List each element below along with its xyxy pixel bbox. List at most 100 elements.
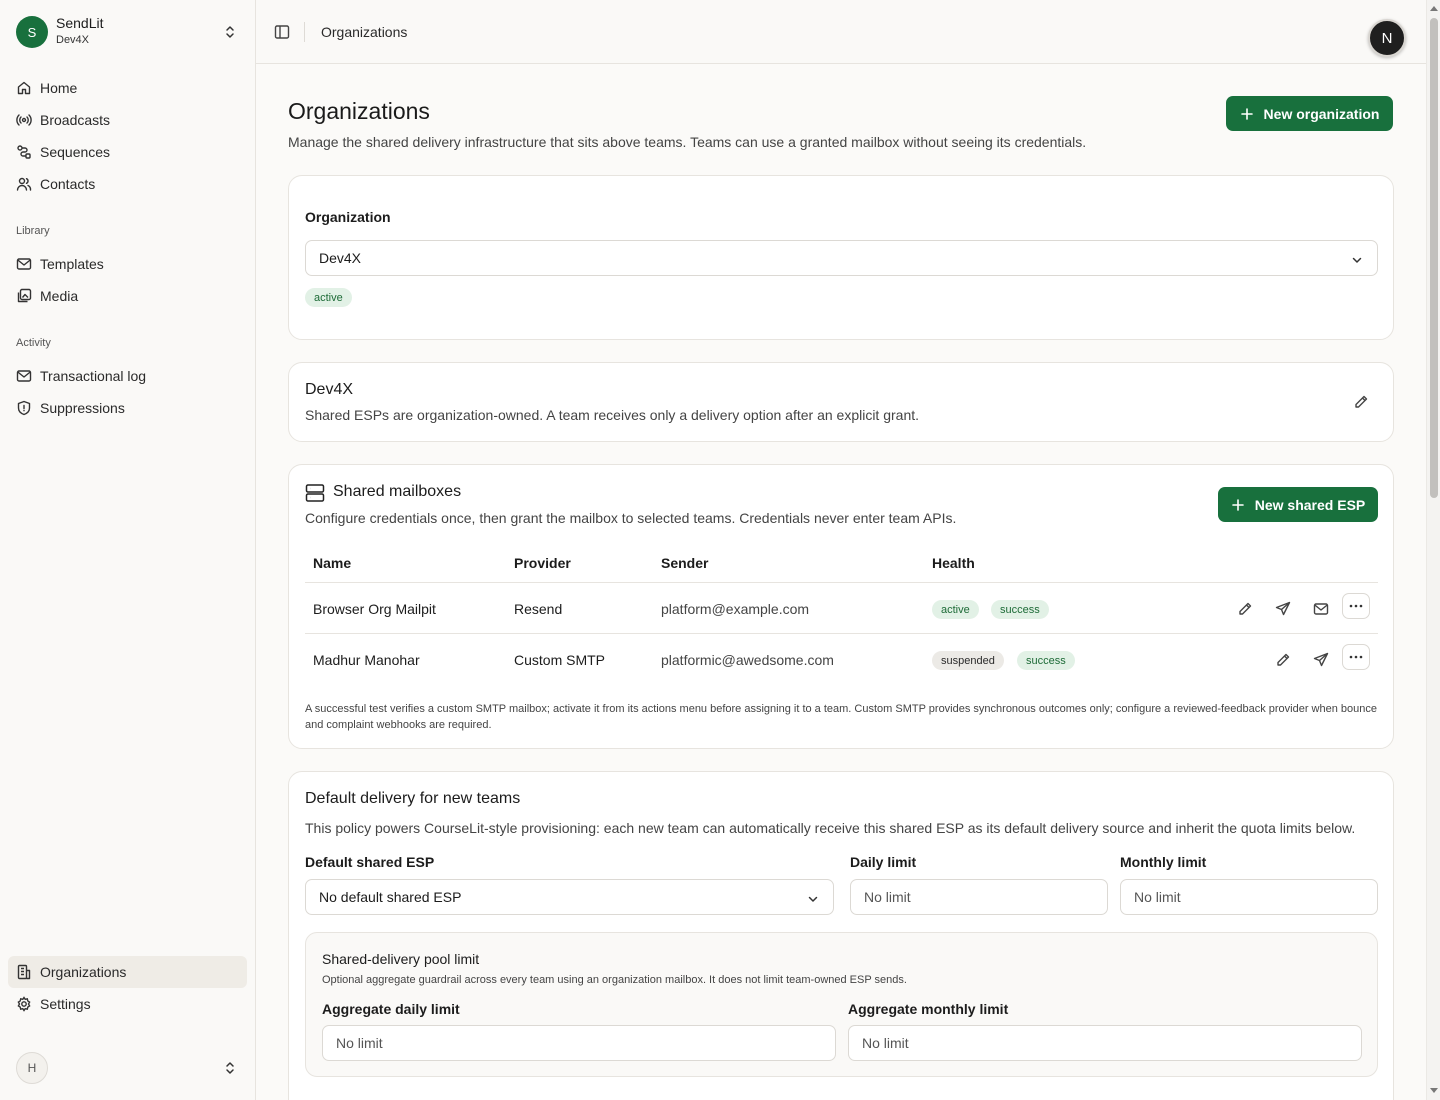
nav-label: Media: [40, 288, 79, 304]
nav-label: Broadcasts: [40, 112, 111, 128]
mail-icon[interactable]: [1313, 601, 1329, 617]
nav-label: Sequences: [40, 144, 111, 160]
select-value: No default shared ESP: [319, 889, 462, 905]
aggregate-daily-input[interactable]: No limit: [322, 1025, 836, 1061]
aggregate-daily-label: Aggregate daily limit: [322, 1001, 460, 1017]
plus-icon: [1231, 498, 1245, 512]
new-shared-esp-button[interactable]: New shared ESP: [1218, 487, 1378, 522]
default-esp-label: Default shared ESP: [305, 854, 435, 870]
status-badge: active: [932, 600, 979, 619]
pencil-icon[interactable]: [1237, 601, 1253, 617]
aggregate-monthly-label: Aggregate monthly limit: [848, 1001, 1009, 1017]
scrollbar[interactable]: [1426, 0, 1440, 1100]
building-icon: [16, 964, 32, 980]
mailbox-name: Browser Org Mailpit: [313, 601, 436, 617]
nav-label: Home: [40, 80, 78, 96]
divider: [304, 22, 305, 42]
pencil-icon[interactable]: [1275, 652, 1291, 668]
pool-description: Optional aggregate guardrail across ever…: [322, 974, 907, 986]
main-nav: Home Broadcasts Sequences Contacts: [8, 72, 247, 200]
mailbox-provider: Resend: [514, 601, 563, 617]
top-bar: Organizations N: [256, 0, 1426, 64]
mailbox-provider: Custom SMTP: [514, 652, 606, 668]
nav-label: Contacts: [40, 176, 96, 192]
media-icon: [16, 288, 32, 304]
nav-item-contacts[interactable]: Contacts: [8, 168, 247, 200]
section-title: Shared mailboxes: [333, 483, 462, 500]
bottom-nav: Organizations Settings: [8, 956, 247, 1020]
default-esp-select[interactable]: No default shared ESP: [305, 879, 834, 915]
nav-item-templates[interactable]: Templates: [8, 248, 247, 280]
user-menu[interactable]: H: [16, 1052, 246, 1084]
more-horizontal-icon: [1349, 655, 1363, 659]
home-icon: [16, 80, 32, 96]
chevrons-up-down-icon: [222, 24, 238, 40]
daily-limit-input[interactable]: No limit: [850, 879, 1108, 915]
nav-label: Organizations: [40, 964, 127, 980]
daily-limit-label: Daily limit: [850, 854, 917, 870]
default-delivery-card: Default delivery for new teams This poli…: [288, 771, 1394, 1100]
plus-icon: [1240, 107, 1254, 121]
scroll-down-arrow[interactable]: [1430, 1088, 1438, 1093]
aggregate-monthly-input[interactable]: No limit: [848, 1025, 1362, 1061]
health-badge: success: [991, 600, 1049, 619]
gear-icon: [16, 996, 32, 1012]
section-description: Configure credentials once, then grant t…: [305, 510, 957, 526]
input-placeholder: No limit: [862, 1035, 909, 1051]
status-badge: suspended: [932, 651, 1004, 670]
sequence-icon: [16, 144, 32, 160]
nav-item-home[interactable]: Home: [8, 72, 247, 104]
section-description: This policy powers CourseLit-style provi…: [305, 820, 1356, 836]
organization-name: Dev4X: [305, 381, 354, 398]
monthly-limit-input[interactable]: No limit: [1120, 879, 1378, 915]
mail-icon: [16, 368, 32, 384]
chevron-down-icon: [1351, 254, 1363, 266]
organization-description: Shared ESPs are organization-owned. A te…: [305, 407, 920, 423]
nav-item-sequences[interactable]: Sequences: [8, 136, 247, 168]
send-icon[interactable]: [1275, 601, 1291, 617]
organization-select-card: Organization Dev4X active: [288, 175, 1394, 340]
breadcrumb: Organizations: [321, 24, 408, 40]
activity-nav: Transactional log Suppressions: [8, 360, 247, 424]
nav-section-activity: Activity: [16, 337, 51, 349]
organization-select[interactable]: Dev4X: [305, 240, 1378, 276]
nav-item-settings[interactable]: Settings: [8, 988, 247, 1020]
sidebar-toggle-icon[interactable]: [274, 24, 290, 40]
more-horizontal-icon: [1349, 604, 1363, 608]
section-title: Default delivery for new teams: [305, 790, 521, 807]
scroll-up-arrow[interactable]: [1430, 6, 1438, 11]
workspace-avatar: S: [16, 16, 48, 48]
column-header: Sender: [661, 555, 709, 571]
header-avatar[interactable]: N: [1368, 19, 1406, 57]
input-placeholder: No limit: [864, 889, 911, 905]
chevrons-up-down-icon: [222, 1060, 238, 1076]
send-icon[interactable]: [1313, 652, 1329, 668]
mailbox-sender: platformic@awedsome.com: [661, 652, 834, 668]
more-actions-button[interactable]: [1342, 644, 1370, 670]
new-organization-button[interactable]: New organization: [1226, 96, 1393, 131]
nav-label: Suppressions: [40, 400, 125, 416]
page-title: Organizations: [288, 98, 430, 124]
nav-item-broadcasts[interactable]: Broadcasts: [8, 104, 247, 136]
monthly-limit-label: Monthly limit: [1120, 854, 1207, 870]
workspace-switcher[interactable]: S SendLit Dev4X: [16, 15, 246, 48]
nav-label: Transactional log: [40, 368, 147, 384]
column-header: Provider: [514, 555, 571, 571]
input-placeholder: No limit: [336, 1035, 383, 1051]
server-icon: [305, 483, 325, 503]
nav-item-transactional-log[interactable]: Transactional log: [8, 360, 247, 392]
library-nav: Templates Media: [8, 248, 247, 312]
organization-info-card: Dev4X Shared ESPs are organization-owned…: [288, 362, 1394, 442]
scroll-thumb[interactable]: [1430, 18, 1438, 498]
mail-icon: [16, 256, 32, 272]
nav-item-suppressions[interactable]: Suppressions: [8, 392, 247, 424]
more-actions-button[interactable]: [1342, 593, 1370, 619]
mailbox-name: Madhur Manohar: [313, 652, 420, 668]
button-label: New shared ESP: [1254, 496, 1366, 513]
nav-label: Settings: [40, 996, 91, 1012]
health-badge: success: [1017, 651, 1075, 670]
column-header: Name: [313, 555, 352, 571]
nav-item-organizations[interactable]: Organizations: [8, 956, 247, 988]
nav-item-media[interactable]: Media: [8, 280, 247, 312]
pencil-icon[interactable]: [1353, 394, 1369, 410]
